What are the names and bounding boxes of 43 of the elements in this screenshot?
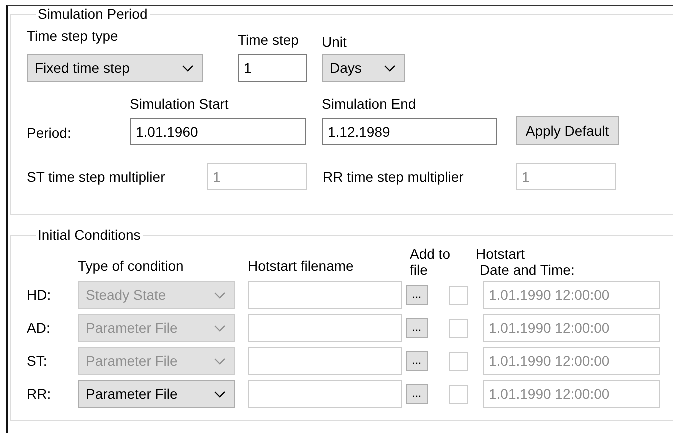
add-to-file-checkbox[interactable] bbox=[449, 318, 468, 338]
field-label: Simulation Start bbox=[130, 96, 230, 112]
browse-button[interactable]: ... bbox=[406, 285, 428, 305]
group-title: Simulation Period bbox=[37, 6, 149, 22]
chevron-down-icon bbox=[214, 324, 226, 332]
chevron-down-icon bbox=[384, 64, 396, 72]
field-label: ST time step multiplier bbox=[27, 168, 166, 184]
time-step-type-dropdown[interactable]: Fixed time step bbox=[27, 54, 203, 82]
column-header: Hotstart Date and Time: bbox=[476, 246, 575, 278]
hotstart-filename-field[interactable] bbox=[248, 281, 402, 309]
hotstart-filename-field[interactable] bbox=[248, 380, 402, 408]
unit-dropdown[interactable]: Days bbox=[322, 54, 405, 82]
browse-button[interactable]: ... bbox=[406, 351, 428, 371]
column-header: Add to file bbox=[410, 246, 452, 278]
row-label: AD: bbox=[27, 320, 52, 336]
field-label: Simulation End bbox=[322, 96, 418, 112]
time-step-field[interactable]: 1 bbox=[238, 54, 307, 82]
field-label: Time step type bbox=[27, 28, 120, 44]
field-label: Period: bbox=[27, 125, 72, 141]
add-to-file-checkbox[interactable] bbox=[449, 384, 468, 404]
chevron-down-icon bbox=[214, 292, 226, 298]
browse-button[interactable]: ... bbox=[406, 318, 428, 338]
row-label: RR: bbox=[27, 386, 52, 402]
column-header: Type of condition bbox=[78, 258, 185, 274]
apply-default-button[interactable]: Apply Default bbox=[516, 116, 619, 145]
start-date-field[interactable]: 1.01.1960 bbox=[130, 118, 306, 145]
group-title: Initial Conditions bbox=[37, 227, 142, 243]
field-label: Time step bbox=[238, 32, 300, 48]
chevron-down-icon bbox=[182, 64, 194, 72]
hotstart-filename-field[interactable] bbox=[248, 347, 402, 375]
row-label: ST: bbox=[27, 353, 48, 369]
browse-button[interactable]: ... bbox=[406, 384, 428, 404]
add-to-file-checkbox[interactable] bbox=[449, 286, 468, 304]
row-label: HD: bbox=[27, 287, 52, 303]
end-date-field[interactable]: 1.12.1989 bbox=[322, 118, 497, 145]
field-label: Unit bbox=[322, 34, 348, 50]
add-to-file-checkbox[interactable] bbox=[449, 352, 468, 370]
field-label: RR time step multiplier bbox=[323, 168, 465, 184]
column-header: Hotstart filename bbox=[248, 258, 355, 274]
hotstart-filename-field[interactable] bbox=[248, 314, 402, 342]
chevron-down-icon bbox=[214, 390, 226, 398]
chevron-down-icon bbox=[214, 358, 226, 364]
condition-dropdown[interactable]: Parameter File bbox=[78, 380, 235, 408]
